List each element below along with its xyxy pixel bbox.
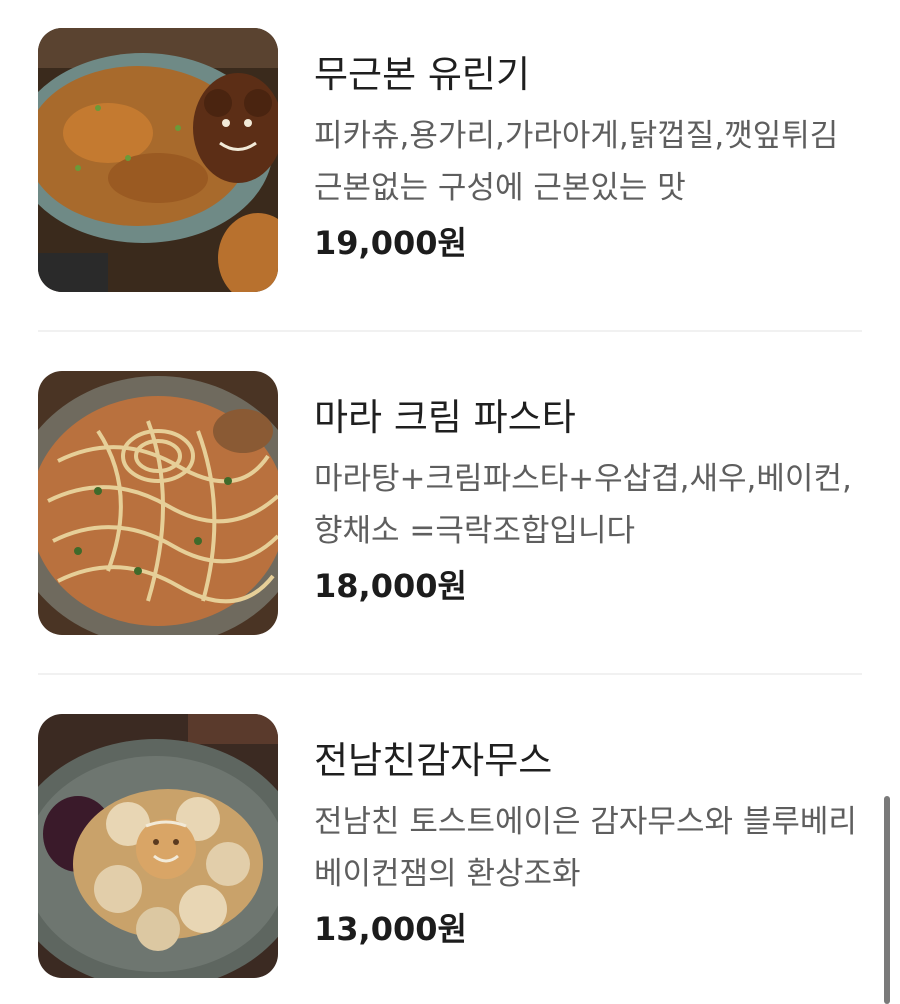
food-photo-icon (38, 28, 278, 292)
menu-item-price: 19,000원 (314, 224, 467, 262)
menu-item-potato-mousse[interactable]: 전남친감자무스 전남친 토스트에이은 감자무스와 블루베리베이컨잼의 환상조화 … (38, 714, 862, 980)
menu-item-name: 마라 크림 파스타 (314, 396, 576, 439)
menu-item-mala-cream-pasta[interactable]: 마라 크림 파스타 마라탕+크림파스타+우삽겹,새우,베이컨,향채소 =극락조합… (38, 371, 862, 637)
menu-item-photo (38, 28, 278, 292)
divider (38, 330, 862, 332)
menu-item-name: 전남친감자무스 (314, 739, 553, 782)
menu-item-description: 마라탕+크림파스타+우삽겹,새우,베이컨,향채소 =극락조합입니다 (314, 461, 852, 549)
menu-item-name: 무근본 유린기 (314, 53, 531, 96)
menu-item-photo (38, 371, 278, 635)
scrollbar[interactable] (884, 796, 890, 1004)
food-photo-icon (38, 371, 278, 635)
menu-item-price: 18,000원 (314, 567, 467, 605)
food-photo-icon (38, 714, 278, 978)
menu-item-photo (38, 714, 278, 978)
menu-item-description: 피카츄,용가리,가라아게,닭껍질,깻잎튀김 근본없는 구성에 근본있는 맛 (314, 118, 839, 206)
menu-item-price: 13,000원 (314, 910, 467, 948)
menu-list: 무근본 유린기 피카츄,용가리,가라아게,닭껍질,깻잎튀김 근본없는 구성에 근… (0, 0, 900, 1004)
menu-item-description: 전남친 토스트에이은 감자무스와 블루베리베이컨잼의 환상조화 (314, 804, 857, 892)
divider (38, 673, 862, 675)
menu-item-yuringi[interactable]: 무근본 유린기 피카츄,용가리,가라아게,닭껍질,깻잎튀김 근본없는 구성에 근… (38, 28, 862, 294)
